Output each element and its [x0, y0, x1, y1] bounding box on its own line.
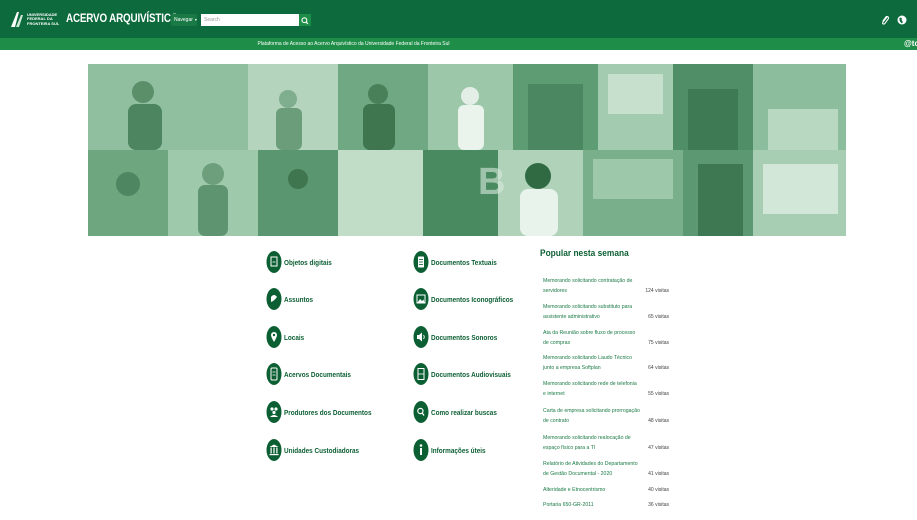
- category-link-useful-info[interactable]: Informações úteis: [413, 438, 495, 462]
- page-subtitle: Plataforma de Acesso ao Acervo Arquivíst…: [0, 38, 917, 50]
- svg-text:B: B: [478, 161, 505, 203]
- paperclip-icon[interactable]: [879, 14, 891, 26]
- category-link-textual-documents[interactable]: Documentos Textuais: [413, 250, 508, 274]
- institution-icon: [266, 439, 282, 461]
- caret-down-icon: ▾: [194, 17, 197, 22]
- popular-item-title[interactable]: Memorando solicitando realocação de espa…: [543, 433, 641, 453]
- popular-list-item[interactable]: Memorando solicitando substituto para as…: [543, 302, 673, 322]
- category-label-useful-info: Informações úteis: [431, 445, 486, 455]
- popular-item-title[interactable]: Memorando solicitando Laudo Técnico junt…: [543, 353, 641, 373]
- popular-item-title[interactable]: Memorando solicitando substituto para as…: [543, 302, 641, 322]
- archive-icon: [266, 363, 282, 385]
- popular-list-item[interactable]: Memorando solicitando contratação de ser…: [543, 276, 673, 296]
- category-link-subjects[interactable]: Assuntos: [266, 287, 318, 311]
- page-subtitle-text: Plataforma de Acesso ao Acervo Arquivíst…: [257, 41, 450, 47]
- category-label-textual-documents: Documentos Textuais: [431, 257, 497, 267]
- popular-list-item[interactable]: Ata da Reunião sobre fluxo de processo d…: [543, 328, 673, 348]
- category-link-digital-objects[interactable]: Objetos digitais: [266, 250, 340, 274]
- popular-item-visits: 41 visitas: [648, 471, 669, 477]
- popular-item-title[interactable]: Relatório de Atividades do Departamento …: [543, 459, 641, 479]
- category-link-custodial-units[interactable]: Unidades Custodiadoras: [266, 438, 372, 462]
- popular-item-visits: 124 visitas: [645, 288, 669, 294]
- top-navbar: UNIVERSIDADE FEDERAL DA FRONTEIRA SUL AC…: [0, 0, 917, 38]
- popular-section-title: Popular nesta semana: [540, 248, 629, 259]
- category-label-how-to-search: Como realizar buscas: [431, 407, 497, 417]
- popular-item-visits: 48 visitas: [648, 418, 669, 424]
- popular-item-title[interactable]: Memorando solicitando rede de telefonia …: [543, 379, 641, 399]
- search-button[interactable]: [299, 14, 311, 26]
- popular-item-title[interactable]: Carta de empresa solicitando prorrogação…: [543, 406, 641, 426]
- digital-object-icon: [266, 251, 282, 273]
- popular-list-item[interactable]: Alteridade e Etnocentrismo 40 visitas: [543, 485, 673, 495]
- map-pin-icon: [266, 326, 282, 348]
- popular-item-visits: 47 visitas: [648, 445, 669, 451]
- popular-list-item[interactable]: Memorando solicitando rede de telefonia …: [543, 379, 673, 399]
- browse-menu-label: Navegar: [174, 17, 193, 23]
- popular-item-visits: 64 visitas: [648, 365, 669, 371]
- university-logo-mark: [11, 12, 23, 27]
- film-icon: [413, 363, 429, 385]
- subject-tag-icon: [266, 288, 282, 310]
- popular-item-visits: 65 visitas: [648, 314, 669, 320]
- popular-item-title[interactable]: Alteridade e Etnocentrismo: [543, 485, 641, 495]
- category-link-document-producers[interactable]: Produtores dos Documentos: [266, 400, 387, 424]
- popular-item-visits: 75 visitas: [648, 340, 669, 346]
- category-label-digital-objects: Objetos digitais: [284, 257, 332, 267]
- category-label-places: Locais: [284, 332, 305, 342]
- popular-item-title[interactable]: Memorando solicitando contratação de ser…: [543, 276, 641, 296]
- category-label-sound-documents: Documentos Sonoros: [431, 332, 498, 342]
- image-icon: [413, 288, 429, 310]
- category-link-audiovisual-documents[interactable]: Documentos Audiovisuais: [413, 362, 525, 386]
- category-link-places[interactable]: Locais: [266, 325, 308, 349]
- search-icon: [413, 401, 429, 423]
- category-label-document-collections: Acervos Documentais: [284, 369, 351, 379]
- popular-list-item[interactable]: Memorando solicitando realocação de espa…: [543, 433, 673, 453]
- info-icon: [413, 439, 429, 461]
- popular-list-item[interactable]: Carta de empresa solicitando prorrogação…: [543, 406, 673, 426]
- category-label-iconographic-documents: Documentos Iconográficos: [431, 294, 514, 304]
- site-title[interactable]: ACERVO ARQUIVÍSTICO: [66, 11, 178, 25]
- speaker-icon: [413, 326, 429, 348]
- logo-text: UNIVERSIDADE FEDERAL DA FRONTEIRA SUL: [27, 12, 60, 26]
- popular-list-item[interactable]: Relatório de Atividades do Departamento …: [543, 459, 673, 479]
- hero-banner-image: B: [88, 64, 846, 236]
- cut-off-text: @tc: [904, 39, 917, 48]
- popular-item-visits: 36 visitas: [648, 502, 669, 508]
- category-link-sound-documents[interactable]: Documentos Sonoros: [413, 325, 509, 349]
- search-icon: [301, 17, 309, 25]
- popular-list-item[interactable]: Portaria 650-GR-2011 36 visitas: [543, 500, 673, 510]
- banner-collage: B: [88, 64, 846, 236]
- category-label-audiovisual-documents: Documentos Audiovisuais: [431, 369, 511, 379]
- category-link-how-to-search[interactable]: Como realizar buscas: [413, 400, 509, 424]
- category-link-document-collections[interactable]: Acervos Documentais: [266, 362, 363, 386]
- university-logo[interactable]: UNIVERSIDADE FEDERAL DA FRONTEIRA SUL: [10, 7, 70, 31]
- popular-item-visits: 40 visitas: [648, 487, 669, 493]
- category-label-document-producers: Produtores dos Documentos: [284, 407, 372, 417]
- popular-list-item[interactable]: Memorando solicitando Laudo Técnico junt…: [543, 353, 673, 373]
- globe-icon[interactable]: [896, 14, 908, 26]
- popular-item-title[interactable]: Portaria 650-GR-2011: [543, 500, 641, 510]
- browse-menu-button[interactable]: Navegar ▾: [171, 14, 197, 26]
- people-icon: [266, 401, 282, 423]
- text-document-icon: [413, 251, 429, 273]
- header-right-icons: [879, 14, 917, 26]
- popular-item-title[interactable]: Ata da Reunião sobre fluxo de processo d…: [543, 328, 641, 348]
- category-link-iconographic-documents[interactable]: Documentos Iconográficos: [413, 287, 528, 311]
- popular-item-visits: 55 visitas: [648, 391, 669, 397]
- category-label-subjects: Assuntos: [284, 294, 314, 304]
- search-input[interactable]: [201, 14, 299, 26]
- category-label-custodial-units: Unidades Custodiadoras: [284, 445, 360, 455]
